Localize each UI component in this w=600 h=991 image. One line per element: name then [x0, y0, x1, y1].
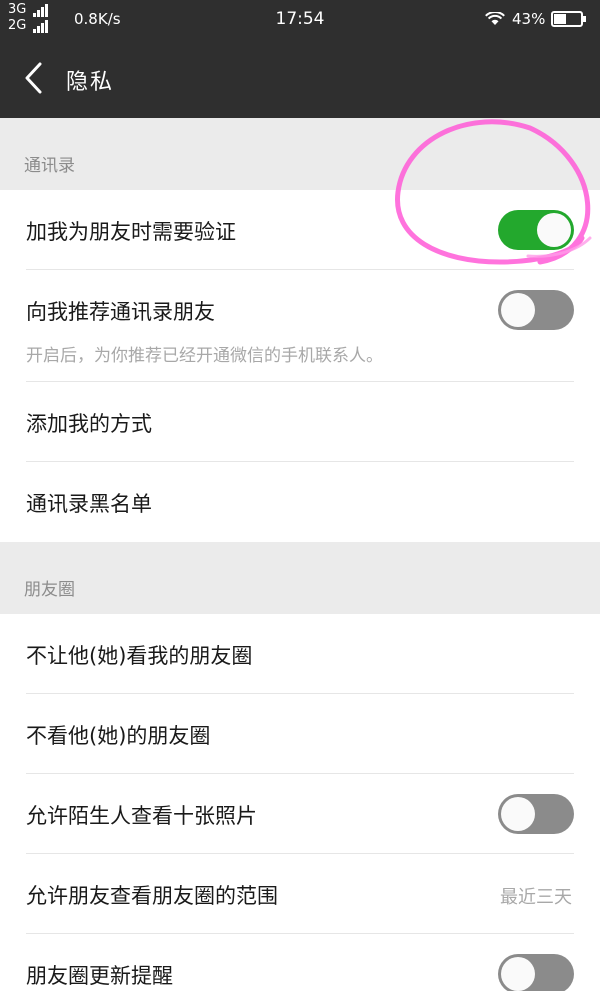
- battery-fill: [554, 14, 567, 24]
- toggle-moments-update-reminder[interactable]: [498, 954, 574, 991]
- nav-bar: 隐私: [0, 38, 600, 118]
- row-label: 添加我的方式: [26, 412, 152, 436]
- toggle-knob: [537, 213, 571, 247]
- battery-percent: 43%: [512, 10, 546, 28]
- row-label: 朋友圈更新提醒: [26, 964, 173, 988]
- toggle-knob: [501, 293, 535, 327]
- recommend-hint: 开启后，为你推荐已经开通微信的手机联系人。: [26, 346, 383, 366]
- row-hide-their-moments[interactable]: 不看他(她)的朋友圈: [0, 694, 600, 774]
- row-block-from-moments[interactable]: 不让他(她)看我的朋友圈: [0, 614, 600, 694]
- view-range-value: 最近三天: [500, 887, 572, 908]
- toggle-stranger-ten-photos[interactable]: [498, 794, 574, 834]
- row-add-me-methods[interactable]: 添加我的方式: [0, 382, 600, 462]
- row-label: 向我推荐通讯录朋友: [26, 300, 215, 324]
- row-label: 允许朋友查看朋友圈的范围: [26, 884, 278, 908]
- status-bar: 3G 2G 0.8K/s 17:54 43%: [0, 0, 600, 38]
- toggle-knob: [501, 957, 535, 991]
- section-header-moments: 朋友圈: [0, 542, 600, 614]
- row-moments-update-reminder[interactable]: 朋友圈更新提醒: [0, 934, 600, 991]
- chevron-left-icon[interactable]: [20, 60, 50, 96]
- toggle-knob: [501, 797, 535, 831]
- row-label: 加我为朋友时需要验证: [26, 220, 236, 244]
- clock: 17:54: [275, 9, 325, 29]
- row-label: 通讯录黑名单: [26, 492, 152, 516]
- toggle-verify-friend[interactable]: [498, 210, 574, 250]
- battery-icon: [551, 11, 586, 27]
- section-header-contacts: 通讯录: [0, 118, 600, 190]
- row-verify-friend[interactable]: 加我为朋友时需要验证: [0, 190, 600, 270]
- group-contacts: 加我为朋友时需要验证 向我推荐通讯录朋友 开启后，为你推荐已经开通微信的手机联系…: [0, 190, 600, 542]
- battery-nub: [583, 16, 586, 22]
- row-label: 不让他(她)看我的朋友圈: [26, 644, 253, 668]
- row-contacts-blacklist[interactable]: 通讯录黑名单: [0, 462, 600, 542]
- row-recommend-contacts[interactable]: 向我推荐通讯录朋友: [0, 270, 600, 339]
- toggle-recommend-contacts[interactable]: [498, 290, 574, 330]
- hint-row: 开启后，为你推荐已经开通微信的手机联系人。: [0, 339, 600, 382]
- row-friends-view-range[interactable]: 允许朋友查看朋友圈的范围 最近三天: [0, 854, 600, 934]
- page-title: 隐私: [66, 70, 115, 95]
- row-stranger-ten-photos[interactable]: 允许陌生人查看十张照片: [0, 774, 600, 854]
- wifi-icon: [485, 12, 505, 25]
- section-header-label: 朋友圈: [24, 580, 75, 600]
- section-header-label: 通讯录: [24, 156, 75, 176]
- row-label: 允许陌生人查看十张照片: [26, 804, 257, 828]
- row-label: 不看他(她)的朋友圈: [26, 724, 211, 748]
- group-moments: 不让他(她)看我的朋友圈 不看他(她)的朋友圈 允许陌生人查看十张照片 允许朋友…: [0, 614, 600, 991]
